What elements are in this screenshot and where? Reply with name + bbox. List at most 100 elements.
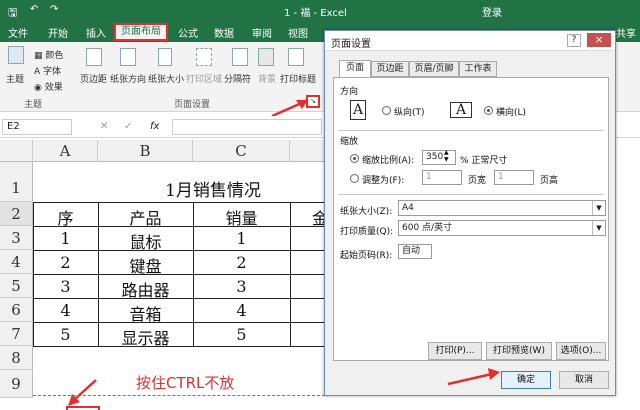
help-button[interactable]: ? (567, 34, 581, 47)
fx-icon[interactable]: fx (150, 121, 159, 132)
landscape-label[interactable]: 横向(L) (496, 105, 526, 118)
table-cell[interactable]: 1 (193, 229, 290, 248)
theme-button[interactable]: 主题 (6, 72, 24, 85)
worksheet[interactable]: A B C 1 2 3 4 5 6 7 8 9 1月销售情况 序 产品 销量 金… (0, 140, 330, 410)
portrait-label[interactable]: 纵向(T) (394, 105, 425, 118)
scale-label[interactable]: 缩放比例(A): (362, 153, 414, 166)
table-cell[interactable]: 3 (193, 277, 290, 296)
row-header[interactable]: 1 (0, 162, 33, 202)
tab-share[interactable]: 共享 (616, 25, 636, 40)
tab-data[interactable]: 数据 (214, 25, 234, 40)
row-header[interactable]: 9 (0, 370, 33, 398)
tab-header-footer[interactable]: 页眉/页脚 (409, 61, 459, 77)
print-area-button[interactable]: 打印区域 (186, 72, 222, 85)
paper-size-select[interactable]: A4 ▼ (398, 200, 606, 216)
fit-label[interactable]: 调整为(F): (362, 173, 404, 186)
table-cell[interactable]: 2 (33, 253, 98, 272)
table-cell[interactable]: 4 (193, 301, 290, 320)
close-button[interactable]: × (587, 33, 611, 47)
redo-icon[interactable]: ↷ (50, 4, 58, 15)
landscape-radio[interactable] (484, 106, 493, 115)
size-button[interactable]: 纸张大小 (148, 72, 184, 85)
row-header[interactable]: 5 (0, 274, 33, 298)
portrait-radio[interactable] (382, 106, 391, 115)
table-header-cell[interactable]: 序 (33, 205, 98, 229)
fit-radio[interactable] (350, 174, 359, 183)
formula-input[interactable] (172, 119, 322, 135)
table-cell[interactable]: 路由器 (98, 277, 193, 301)
sheet-title[interactable]: 1月销售情况 (98, 176, 328, 201)
options-button[interactable]: 选项(O)... (556, 342, 606, 360)
tab-sheet[interactable]: 工作表 (459, 61, 497, 77)
tab-margins[interactable]: 页边距 (371, 61, 409, 77)
title-bar: 🖫 ↶ ↷ 1 - 福 - Excel 登录 (0, 0, 640, 22)
tab-home[interactable]: 开始 (48, 25, 68, 40)
table-cell[interactable]: 鼠标 (98, 229, 193, 253)
cancel-button[interactable]: 取消 (559, 371, 609, 389)
tab-insert[interactable]: 插入 (86, 25, 106, 40)
table-header-cell[interactable]: 销量 (193, 205, 290, 229)
print-quality-value: 600 点/英寸 (402, 223, 453, 233)
table-cell[interactable]: 1 (33, 229, 98, 248)
tab-view[interactable]: 视图 (288, 25, 308, 40)
row-header[interactable]: 3 (0, 226, 33, 250)
col-header-c[interactable]: C (193, 140, 290, 162)
fit-wide-input[interactable]: 1 (422, 170, 462, 185)
fit-tall-input[interactable]: 1 (494, 170, 534, 185)
enter-icon[interactable]: ✓ (124, 121, 132, 132)
tab-formulas[interactable]: 公式 (178, 25, 198, 40)
chevron-down-icon[interactable]: ▼ (592, 201, 605, 215)
table-cell[interactable]: 显示器 (98, 325, 193, 349)
tab-page[interactable]: 页面 (339, 60, 371, 77)
save-icon[interactable]: 🖫 (8, 4, 17, 23)
login-link[interactable]: 登录 (482, 4, 502, 19)
margins-button[interactable]: 页边距 (80, 72, 107, 85)
table-header-cell[interactable]: 产品 (98, 205, 193, 229)
table-cell[interactable]: 4 (33, 301, 98, 320)
table-cell[interactable]: 5 (33, 325, 98, 344)
table-cell[interactable]: 键盘 (98, 253, 193, 277)
select-all-corner[interactable] (0, 140, 33, 162)
undo-icon[interactable]: ↶ (30, 4, 38, 15)
paper-size-value: A4 (402, 203, 414, 213)
colors-button[interactable]: ▦ 颜色 (34, 48, 63, 61)
dialog-title: 页面设置 (331, 39, 371, 50)
row-header[interactable]: 8 (0, 346, 33, 370)
table-cell[interactable]: 音箱 (98, 301, 193, 325)
ok-button[interactable]: 确定 (501, 371, 551, 389)
table-cell[interactable]: 5 (193, 325, 290, 344)
print-titles-button[interactable]: 打印标题 (280, 72, 316, 85)
theme-icon[interactable] (8, 46, 24, 64)
table-cell[interactable]: 2 (193, 253, 290, 272)
group-theme-label: 主题 (24, 100, 43, 110)
print-quality-label: 打印质量(Q): (340, 227, 394, 237)
name-box[interactable]: E2 (2, 119, 72, 135)
breaks-icon (232, 48, 248, 66)
print-preview-button[interactable]: 打印预览(W) (486, 342, 552, 360)
tab-review[interactable]: 审阅 (252, 25, 272, 40)
print-quality-select[interactable]: 600 点/英寸 ▼ (398, 220, 606, 236)
first-page-input[interactable]: 自动 (398, 244, 432, 259)
table-cell[interactable]: 3 (33, 277, 98, 296)
scale-unit-label: % 正常尺寸 (460, 156, 508, 166)
col-header-a[interactable]: A (33, 140, 98, 162)
effects-button[interactable]: ◉ 效果 (34, 80, 63, 93)
scale-input[interactable]: 350 (422, 150, 456, 165)
col-header-b[interactable]: B (98, 140, 193, 162)
row-header[interactable]: 4 (0, 250, 33, 274)
chevron-down-icon[interactable]: ▼ (592, 221, 605, 235)
cancel-icon[interactable]: ✕ (100, 121, 108, 132)
row-header[interactable]: 6 (0, 298, 33, 322)
breaks-button[interactable]: 分隔符 (224, 72, 251, 85)
row-header[interactable]: 7 (0, 322, 33, 346)
print-button[interactable]: 打印(P)... (428, 342, 482, 360)
divider (338, 130, 604, 131)
scale-radio[interactable] (350, 154, 359, 163)
tab-file[interactable]: 文件 (8, 25, 28, 40)
row-header[interactable]: 2 (0, 202, 33, 226)
orientation-button[interactable]: 纸张方向 (110, 72, 146, 85)
fonts-button[interactable]: A 字体 (34, 64, 61, 77)
scale-spinner-icon[interactable]: ▲ ▼ (444, 149, 449, 163)
background-button[interactable]: 背景 (258, 72, 276, 85)
tab-page-layout[interactable]: 页面布局 (114, 23, 168, 41)
